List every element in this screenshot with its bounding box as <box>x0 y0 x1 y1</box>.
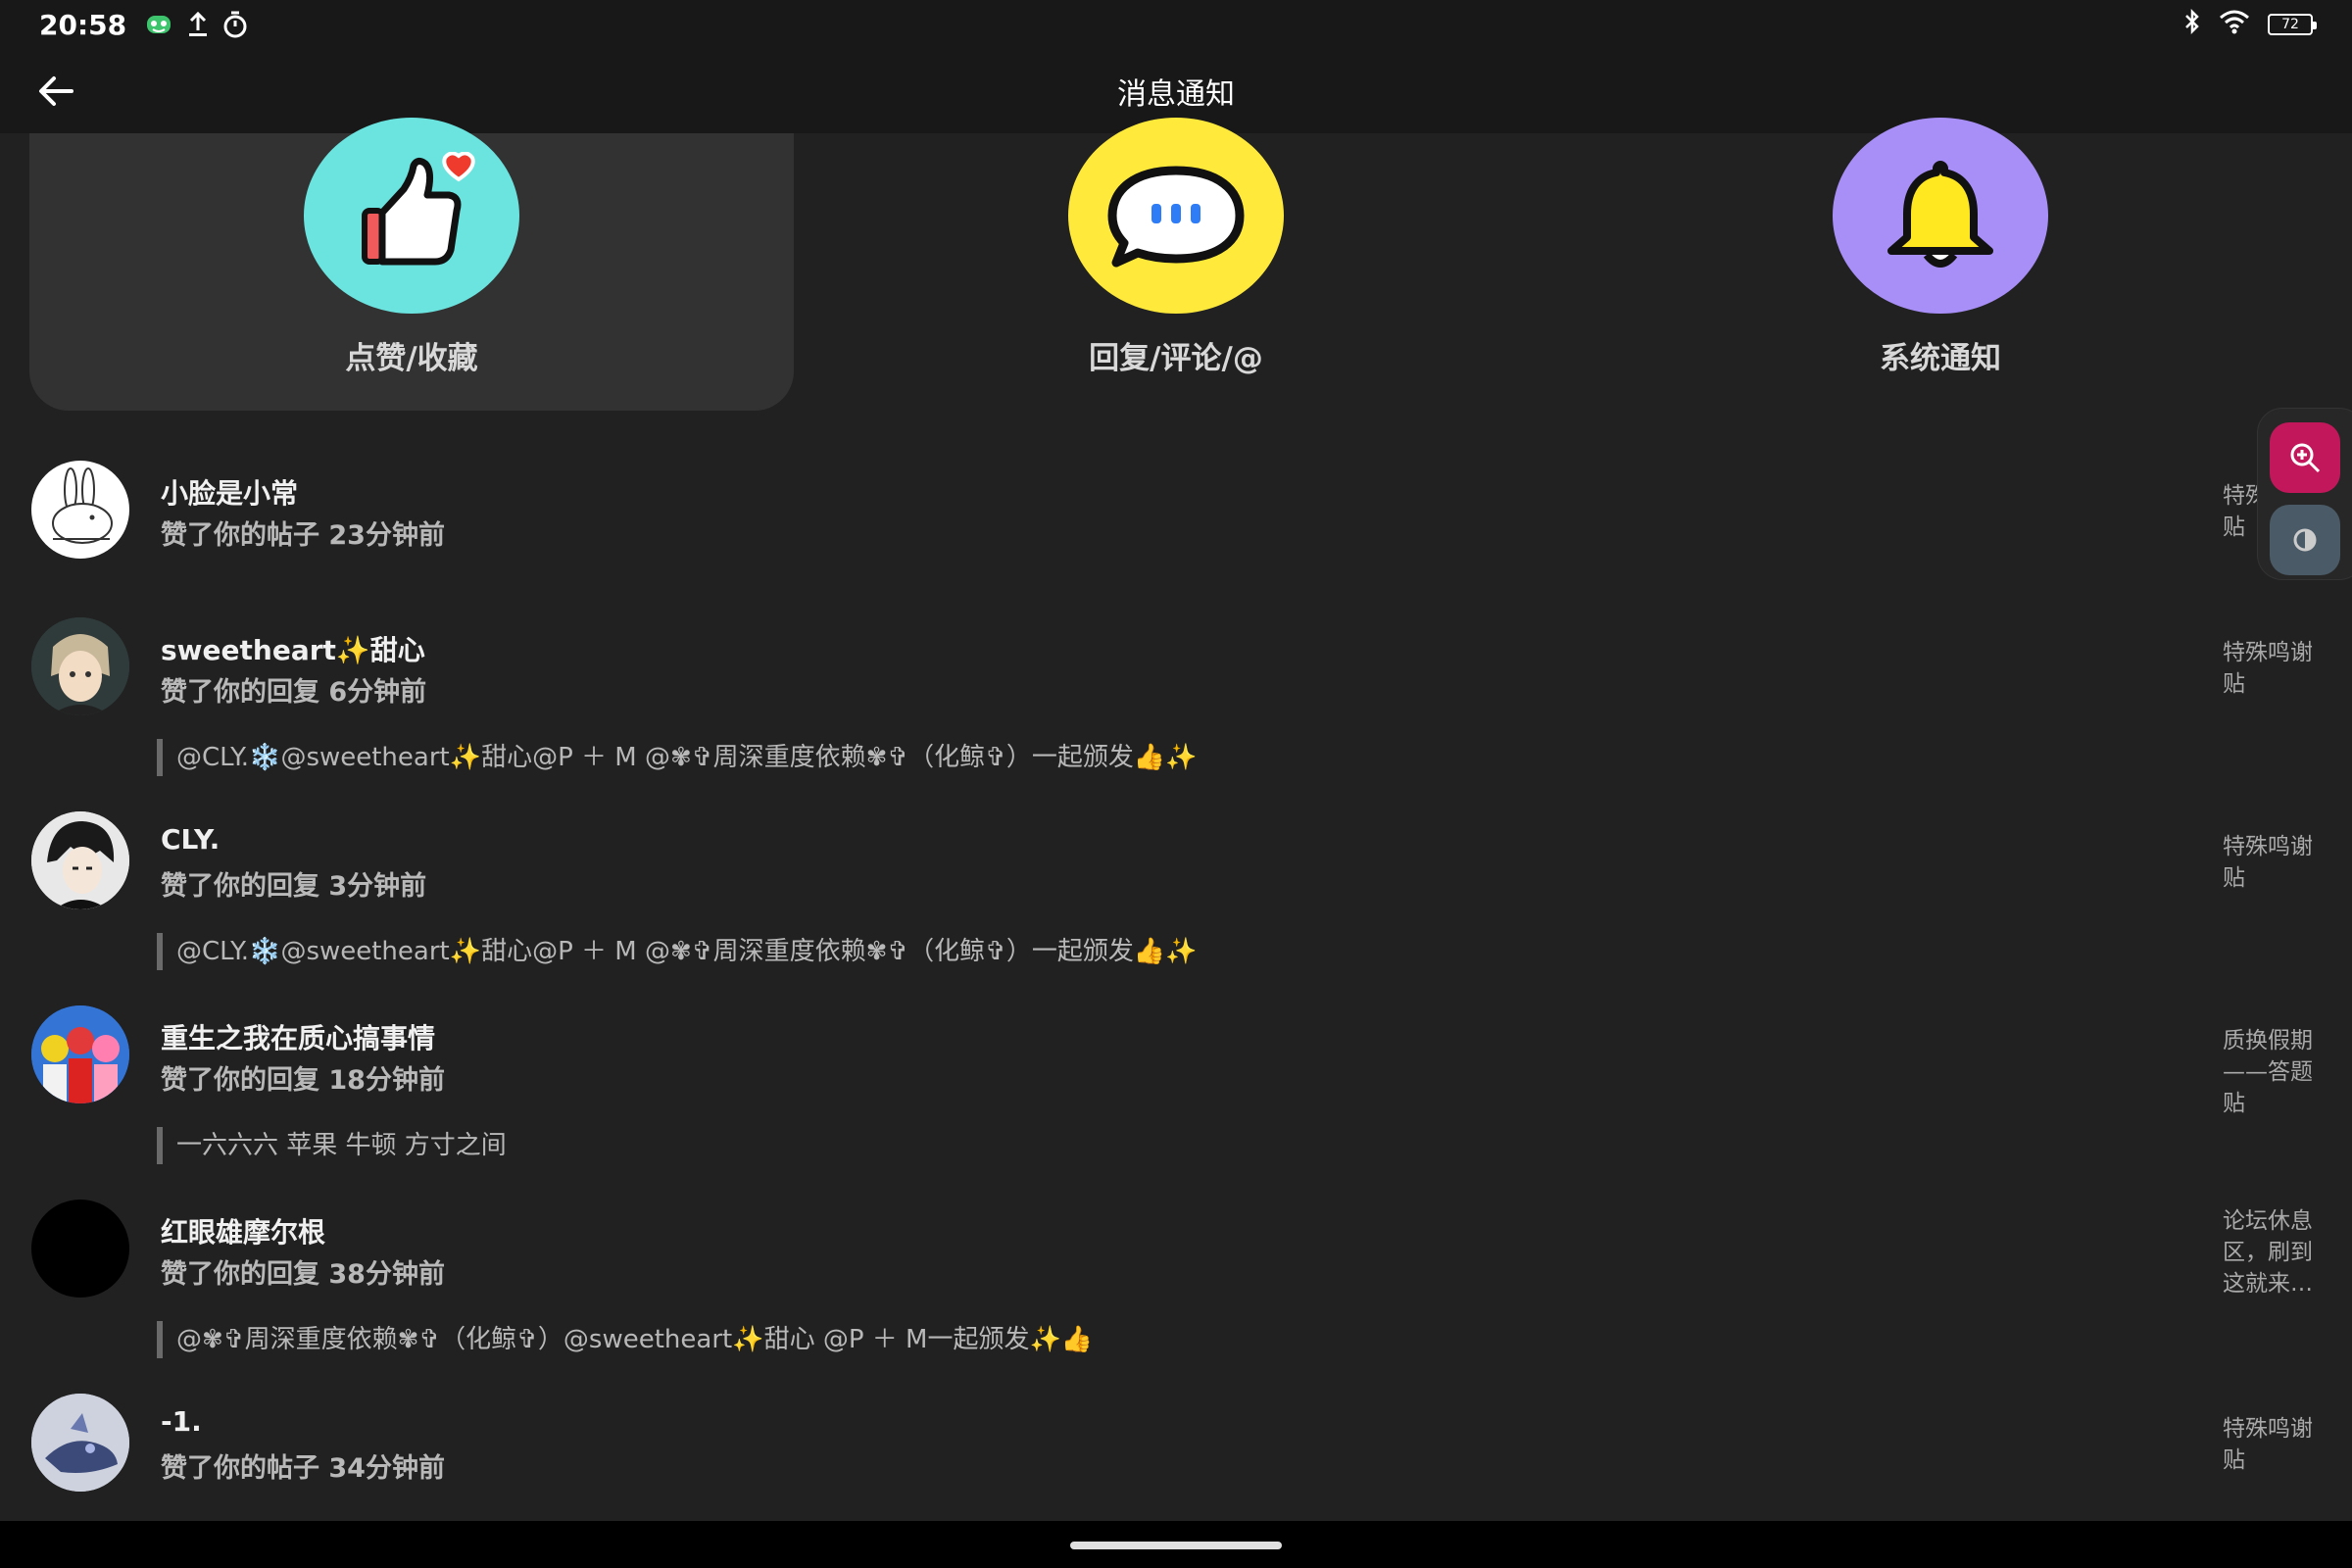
quoted-reply[interactable]: @✾✞周深重度依赖✾✞（化鲸✞）@sweetheart✨甜心 @P ＋ M一起颁… <box>157 1321 1093 1358</box>
post-title[interactable]: 特殊鸣谢贴 <box>2223 831 2321 894</box>
bluetooth-icon <box>2183 8 2201 42</box>
user-name[interactable]: CLY. <box>161 823 220 856</box>
quoted-reply[interactable]: @CLY.❄️@sweetheart✨甜心@P ＋ M @✾✞周深重度依赖✾✞（… <box>157 739 1198 776</box>
tab-system[interactable]: 系统通知 <box>1558 118 2323 411</box>
system-nav-bar <box>0 1521 2352 1568</box>
system-circle <box>1833 118 2048 314</box>
avatar[interactable] <box>31 811 129 909</box>
avatar[interactable] <box>31 1200 129 1298</box>
thumbs-up-icon <box>362 152 475 266</box>
upload-icon <box>187 11 209 38</box>
tab-likes-label: 点赞/收藏 <box>345 341 478 376</box>
tab-likes[interactable]: 点赞/收藏 <box>29 118 794 411</box>
page-title: 消息通知 <box>1117 77 1235 112</box>
user-name[interactable]: 小脸是小常 <box>161 472 298 512</box>
user-name[interactable]: -1. <box>161 1405 202 1438</box>
replies-circle <box>1068 118 1284 314</box>
likes-circle <box>304 118 519 314</box>
back-arrow-icon <box>39 76 74 106</box>
back-button[interactable] <box>33 69 78 114</box>
wifi-icon <box>2219 9 2250 41</box>
status-right: 72 <box>2183 8 2317 42</box>
avatar[interactable] <box>31 1394 129 1492</box>
quoted-reply[interactable]: @CLY.❄️@sweetheart✨甜心@P ＋ M @✾✞周深重度依赖✾✞（… <box>157 933 1198 970</box>
category-tabs: 点赞/收藏 回复/评论/@ 系统通知 <box>0 118 2352 413</box>
user-name[interactable]: 红眼雄摩尔根 <box>161 1211 325 1250</box>
user-name[interactable]: sweetheart✨甜心 <box>161 629 425 668</box>
app-notification-icon <box>144 12 173 37</box>
post-title[interactable]: 特殊鸣谢贴 <box>2223 1413 2321 1476</box>
avatar[interactable] <box>31 617 129 715</box>
contrast-button[interactable] <box>2270 505 2340 575</box>
quoted-reply[interactable]: 一六六六 苹果 牛顿 方寸之间 <box>157 1127 507 1164</box>
notification-action: 赞了你的回复 6分钟前 <box>161 677 427 708</box>
bell-icon <box>1887 161 1993 268</box>
magnifier-button[interactable] <box>2270 422 2340 493</box>
tab-replies[interactable]: 回复/评论/@ <box>794 118 1558 411</box>
battery-level: 72 <box>2281 17 2299 32</box>
avatar[interactable] <box>31 1005 129 1103</box>
notification-action: 赞了你的回复 18分钟前 <box>161 1065 445 1096</box>
tab-system-label: 系统通知 <box>1880 341 2001 376</box>
post-title[interactable]: 论坛休息区，刷到这就来… <box>2223 1205 2321 1299</box>
battery-icon: 72 <box>2268 14 2317 35</box>
chat-bubble-icon <box>1107 166 1245 268</box>
avatar[interactable] <box>31 461 129 559</box>
post-title[interactable]: 质换假期——答题贴 <box>2223 1025 2321 1119</box>
notification-action: 赞了你的回复 3分钟前 <box>161 871 427 902</box>
tab-replies-label: 回复/评论/@ <box>1089 341 1263 376</box>
notification-action: 赞了你的帖子 23分钟前 <box>161 520 445 551</box>
clock: 20:58 <box>39 8 127 41</box>
status-bar: 20:58 72 <box>0 0 2352 49</box>
notification-action: 赞了你的帖子 34分钟前 <box>161 1453 445 1484</box>
timer-icon <box>222 11 248 38</box>
home-gesture-handle[interactable] <box>1070 1542 1282 1549</box>
user-name[interactable]: 重生之我在质心搞事情 <box>161 1017 435 1056</box>
contrast-icon <box>2293 528 2317 552</box>
floating-toolbar <box>2257 408 2352 580</box>
zoom-in-icon <box>2290 443 2321 473</box>
post-title[interactable]: 特殊鸣谢贴 <box>2223 637 2321 700</box>
notification-action: 赞了你的回复 38分钟前 <box>161 1259 445 1290</box>
